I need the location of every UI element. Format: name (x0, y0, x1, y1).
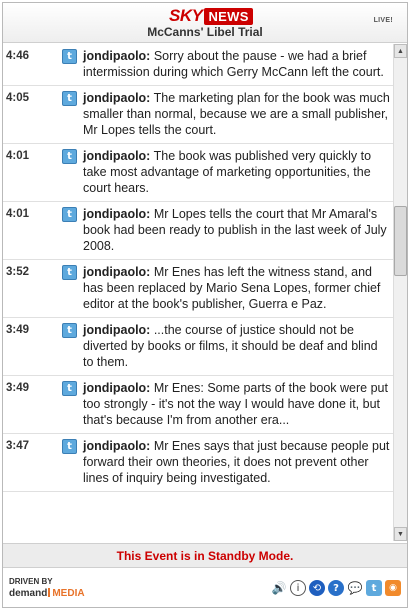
entry-body: t jondipaolo: Mr Enes says that just beca… (59, 438, 391, 486)
twitter-icon[interactable]: t (366, 580, 382, 596)
feed-list: 4:46 t jondipaolo: Sorry about the pause -… (3, 44, 393, 541)
feed-entry: 4:01 t jondipaolo: Mr Lopes tells the cour… (3, 202, 393, 260)
entry-time: 4:01 (6, 150, 30, 162)
twitter-icon[interactable]: t (62, 149, 77, 164)
logo-bar (48, 588, 51, 597)
speaker-icon[interactable]: 🔊 (271, 580, 287, 596)
entry-time: 4:05 (6, 92, 30, 104)
entry-time: 4:01 (6, 208, 30, 220)
driven-by-label: DRIVEN BY (9, 577, 53, 586)
footer-toolbar: 🔊 i ⟲ ? 💬 t ◉ (271, 580, 401, 596)
entry-body: t jondipaolo: The marketing plan for the … (59, 90, 391, 138)
demand-text: demand (9, 588, 48, 599)
entry-body: t jondipaolo: The book was published very… (59, 148, 391, 196)
feed-entry: 3:49 t jondipaolo: Mr Enes: Some parts of … (3, 376, 393, 434)
feed-scrollbar[interactable]: ▲ ▼ (393, 44, 407, 541)
logo-news-badge: NEWS (204, 7, 253, 25)
chat-icon[interactable]: 💬 (347, 580, 363, 596)
entry-body: t jondipaolo: Sorry about the pause - we … (59, 48, 391, 80)
entry-author[interactable]: jondipaolo: (83, 323, 150, 337)
twitter-icon[interactable]: t (62, 265, 77, 280)
footer: DRIVEN BY demand MEDIA 🔊 i ⟲ ? 💬 t ◉ (3, 569, 407, 607)
entry-body: t jondipaolo: Mr Enes has left the witnes… (59, 264, 391, 312)
header: SKY NEWS McCanns' Libel Trial LIVE! (3, 3, 407, 43)
scroll-down-button[interactable]: ▼ (394, 527, 407, 541)
entry-time: 3:52 (6, 266, 30, 278)
feed-entry: 3:47 t jondipaolo: Mr Enes says that just … (3, 434, 393, 492)
event-title: McCanns' Libel Trial (147, 25, 263, 39)
entry-author[interactable]: jondipaolo: (83, 149, 150, 163)
entry-author[interactable]: jondipaolo: (83, 265, 150, 279)
twitter-icon[interactable]: t (62, 207, 77, 222)
entry-body: t jondipaolo: Mr Enes: Some parts of the … (59, 380, 391, 428)
help-icon[interactable]: ? (328, 580, 344, 596)
logo-sky-text: SKY (169, 6, 203, 25)
twitter-icon[interactable]: t (62, 439, 77, 454)
feed-entry: 4:01 t jondipaolo: The book was published … (3, 144, 393, 202)
info-icon[interactable]: i (290, 580, 306, 596)
live-label: LIVE! (373, 17, 393, 24)
entry-author[interactable]: jondipaolo: (83, 439, 150, 453)
twitter-icon[interactable]: t (62, 91, 77, 106)
twitter-icon[interactable]: t (62, 49, 77, 64)
feed-entry: 3:52 t jondipaolo: Mr Enes has left the wi… (3, 260, 393, 318)
live-blog-widget: SKY NEWS McCanns' Libel Trial LIVE! 4:46… (2, 2, 408, 608)
feed-entry: 3:49 t jondipaolo: ...the course of justic… (3, 318, 393, 376)
demand-media-logo[interactable]: demand MEDIA (9, 588, 85, 599)
entry-time: 3:49 (6, 382, 30, 394)
entry-author[interactable]: jondipaolo: (83, 91, 150, 105)
entry-body: t jondipaolo: ...the course of justice sh… (59, 322, 391, 370)
scroll-up-button[interactable]: ▲ (394, 44, 407, 58)
status-message: This Event is in Standby Mode. (3, 543, 407, 568)
feed-entry: 4:05 t jondipaolo: The marketing plan for … (3, 86, 393, 144)
entry-author[interactable]: jondipaolo: (83, 207, 150, 221)
feed-entry: 4:46 t jondipaolo: Sorry about the pause -… (3, 44, 393, 86)
twitter-icon[interactable]: t (62, 381, 77, 396)
rss-icon[interactable]: ◉ (385, 580, 401, 596)
entry-time: 3:47 (6, 440, 30, 452)
entry-time: 3:49 (6, 324, 30, 336)
entry-time: 4:46 (6, 50, 30, 62)
entry-author[interactable]: jondipaolo: (83, 381, 150, 395)
sky-news-logo: SKY NEWS (169, 6, 253, 25)
entry-author[interactable]: jondipaolo: (83, 49, 150, 63)
link-icon[interactable]: ⟲ (309, 580, 325, 596)
twitter-icon[interactable]: t (62, 323, 77, 338)
media-text: MEDIA (52, 588, 85, 599)
scroll-thumb[interactable] (394, 206, 407, 276)
entry-body: t jondipaolo: Mr Lopes tells the court th… (59, 206, 391, 254)
